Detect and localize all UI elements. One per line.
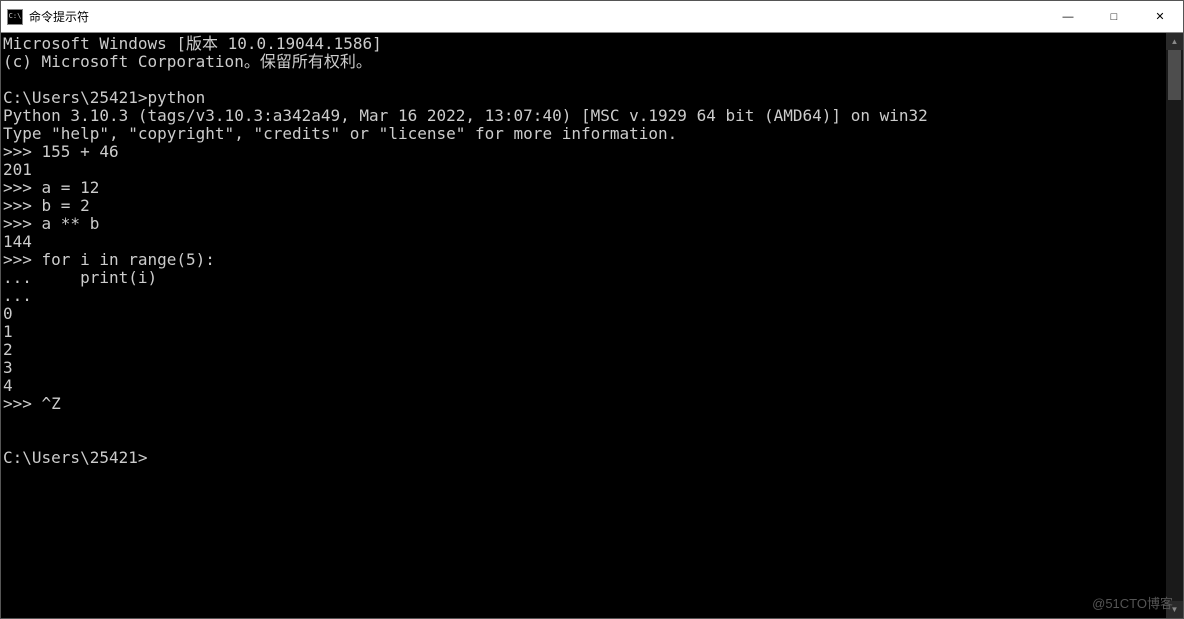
window-title: 命令提示符 [29, 8, 89, 25]
close-button[interactable]: ✕ [1137, 1, 1183, 32]
scroll-up-button[interactable]: ▲ [1166, 33, 1183, 50]
titlebar-left: C:\ 命令提示符 [1, 8, 89, 25]
maximize-button[interactable]: □ [1091, 1, 1137, 32]
minimize-button[interactable]: — [1045, 1, 1091, 32]
vertical-scrollbar[interactable]: ▲ ▼ [1166, 33, 1183, 618]
terminal-area: Microsoft Windows [版本 10.0.19044.1586] (… [1, 33, 1183, 618]
cmd-icon: C:\ [7, 9, 23, 25]
terminal-output[interactable]: Microsoft Windows [版本 10.0.19044.1586] (… [1, 33, 1166, 618]
scrollbar-thumb[interactable] [1168, 50, 1181, 100]
titlebar[interactable]: C:\ 命令提示符 — □ ✕ [1, 1, 1183, 33]
scroll-down-button[interactable]: ▼ [1166, 601, 1183, 618]
window: C:\ 命令提示符 — □ ✕ Microsoft Windows [版本 10… [0, 0, 1184, 619]
window-controls: — □ ✕ [1045, 1, 1183, 32]
